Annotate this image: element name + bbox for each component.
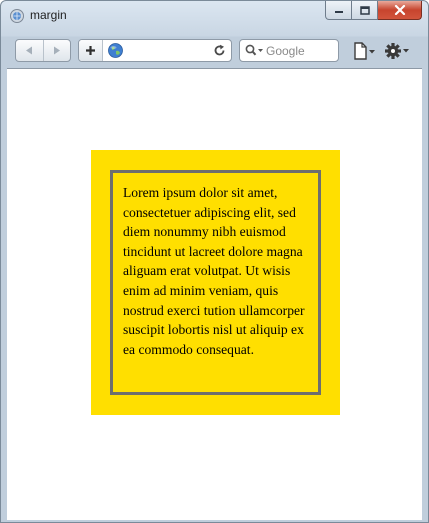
close-button[interactable] [378,1,422,20]
plus-icon [86,46,95,55]
forward-button[interactable] [44,40,71,61]
minimize-button[interactable] [325,1,352,20]
browser-toolbar [1,32,428,68]
window-controls [325,1,422,20]
gear-icon[interactable] [385,41,411,61]
globe-icon [108,43,123,58]
address-bar[interactable] [78,39,232,62]
page-icon[interactable] [353,42,377,60]
navigation-buttons [15,39,71,62]
maximize-icon [359,5,370,15]
search-input[interactable] [266,40,336,61]
reload-icon[interactable] [213,44,226,57]
back-button[interactable] [16,40,44,61]
search-icon[interactable] [245,44,265,57]
margin-demo-inner-box: Lorem ipsum dolor sit amet, consectetuer… [110,170,321,395]
browser-window: margin Google Lorem ipsum dolor sit amet… [0,0,429,523]
minimize-icon [334,11,343,13]
search-box [239,39,339,62]
add-bookmark-button[interactable] [79,40,103,61]
title-bar: margin [1,1,428,31]
browser-app-icon [10,9,24,23]
page-content: Lorem ipsum dolor sit amet, consectetuer… [7,68,422,520]
window-title: margin [30,8,67,22]
close-icon [394,5,405,15]
back-arrow-icon [26,46,33,55]
margin-demo-outer-box: Lorem ipsum dolor sit amet, consectetuer… [91,150,340,415]
forward-arrow-icon [53,46,60,55]
lorem-ipsum-paragraph: Lorem ipsum dolor sit amet, consectetuer… [123,185,305,357]
maximize-button[interactable] [352,1,378,20]
